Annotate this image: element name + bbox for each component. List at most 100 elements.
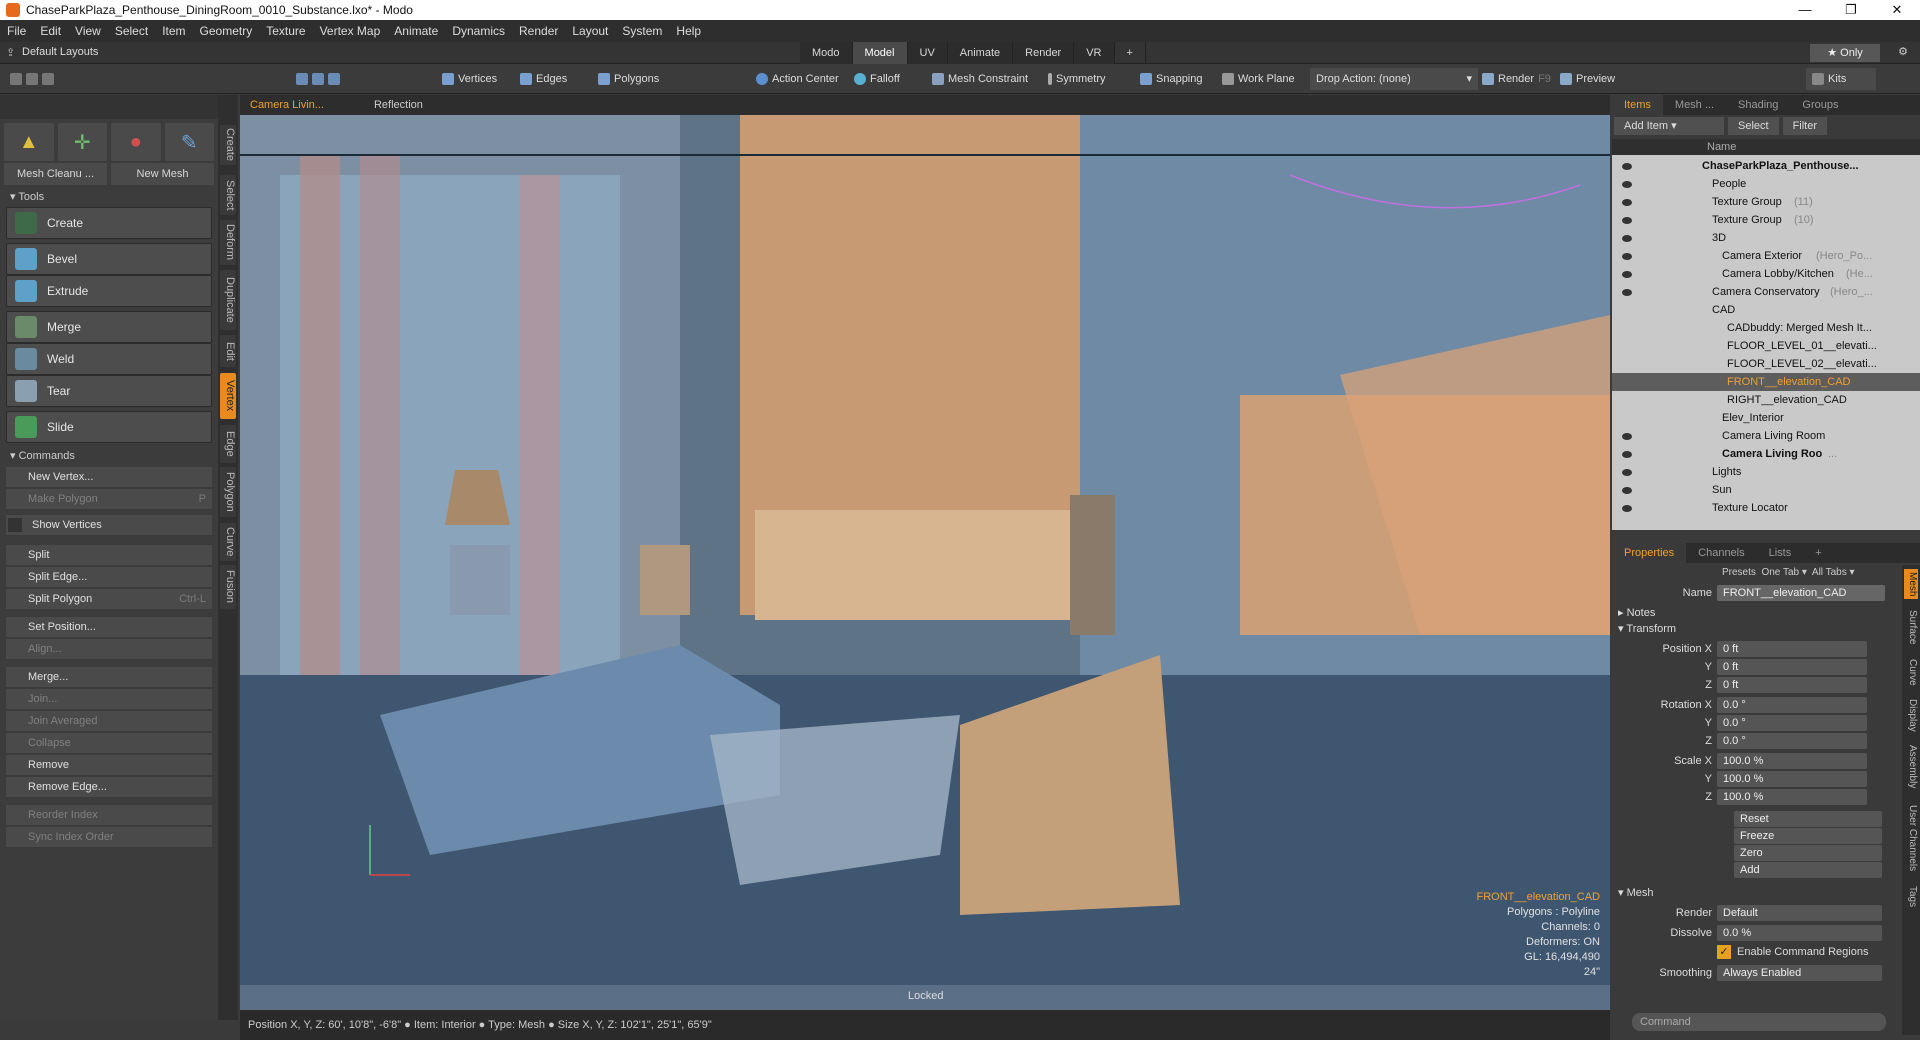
3d-viewport[interactable]: Camera Livin... Reflection FRONT__elevat…	[240, 95, 1610, 1010]
vtab-curve[interactable]: Curve	[220, 523, 236, 561]
render-button[interactable]: Render F9	[1476, 68, 1557, 90]
menu-texture[interactable]: Texture	[259, 24, 312, 38]
split-polygon-button[interactable]: Split Polygon Ctrl-L	[6, 589, 212, 610]
scene-render[interactable]	[240, 115, 1610, 985]
tree-row[interactable]: RIGHT__elevation_CAD	[1612, 391, 1920, 409]
visibility-eye-icon[interactable]	[1622, 487, 1632, 494]
tree-row[interactable]: People	[1612, 175, 1920, 193]
tab-mesh[interactable]: Mesh ...	[1663, 95, 1726, 115]
preview-button[interactable]: Preview	[1554, 68, 1621, 90]
tree-row[interactable]: Camera Exterior (Hero_Po...	[1612, 247, 1920, 265]
tree-row[interactable]: Camera Conservatory (Hero_...	[1612, 283, 1920, 301]
tab-shading[interactable]: Shading	[1726, 95, 1790, 115]
slide-button[interactable]: Slide	[6, 411, 212, 443]
tree-row[interactable]: Camera Lobby/Kitchen (He...	[1612, 265, 1920, 283]
menu-select[interactable]: Select	[108, 24, 155, 38]
zero-dropdown[interactable]: Zero	[1734, 845, 1882, 861]
rotation-x-field[interactable]: 0.0 °	[1717, 697, 1867, 713]
reset-dropdown[interactable]: Reset	[1734, 811, 1882, 827]
menu-system[interactable]: System	[615, 24, 669, 38]
visibility-eye-icon[interactable]	[1622, 235, 1632, 242]
enable-command-regions[interactable]: ✓ Enable Command Regions	[1717, 945, 1868, 959]
scale-x-field[interactable]: 100.0 %	[1717, 753, 1867, 769]
kits-button[interactable]: Kits	[1806, 68, 1876, 90]
action-center-button[interactable]: Action Center	[750, 68, 845, 90]
command-input[interactable]: Command	[1632, 1013, 1886, 1031]
toolbar-left-icons[interactable]	[4, 68, 60, 90]
tools-header[interactable]: ▾ Tools	[4, 189, 214, 205]
snapping-button[interactable]: Snapping	[1134, 68, 1209, 90]
camera-selector[interactable]: Camera Livin...	[240, 99, 334, 111]
notes-section[interactable]: ▸ Notes	[1618, 605, 1868, 621]
menu-dynamics[interactable]: Dynamics	[445, 24, 512, 38]
tree-row[interactable]: FLOOR_LEVEL_01__elevati...	[1612, 337, 1920, 355]
vtab-vertex[interactable]: Vertex	[220, 373, 236, 419]
visibility-eye-icon[interactable]	[1622, 163, 1632, 170]
side-tab-mesh[interactable]: Mesh	[1904, 569, 1918, 599]
transform-primitive-icon[interactable]: ✛	[57, 123, 107, 161]
mesh-constraint-button[interactable]: Mesh Constraint	[926, 68, 1034, 90]
split-button[interactable]: Split	[6, 545, 212, 566]
add-dropdown[interactable]: Add	[1734, 862, 1882, 878]
tree-row[interactable]: Elev_Interior	[1612, 409, 1920, 427]
position-x-field[interactable]: 0 ft	[1717, 641, 1867, 657]
transform-section[interactable]: ▾ Transform	[1618, 621, 1868, 637]
menu-layout[interactable]: Layout	[565, 24, 615, 38]
polygons-mode-button[interactable]: Polygons	[592, 68, 665, 90]
position-y-field[interactable]: 0 ft	[1717, 659, 1867, 675]
tree-row[interactable]: Camera Living Roo...	[1612, 445, 1920, 463]
only-button[interactable]: ★ Only	[1810, 44, 1880, 62]
tree-row[interactable]: Sun	[1612, 481, 1920, 499]
tree-row[interactable]: Camera Living Room	[1612, 427, 1920, 445]
rotation-y-field[interactable]: 0.0 °	[1717, 715, 1867, 731]
maximize-button[interactable]: ❐	[1828, 0, 1874, 20]
pen-primitive-icon[interactable]: ✎	[164, 123, 214, 161]
presets-label[interactable]: Presets	[1722, 567, 1756, 578]
menu-animate[interactable]: Animate	[387, 24, 445, 38]
tab-items[interactable]: Items	[1612, 95, 1663, 115]
menu-file[interactable]: File	[0, 24, 33, 38]
side-tab-surface[interactable]: Surface	[1904, 605, 1918, 649]
name-field[interactable]: FRONT__elevation_CAD	[1717, 585, 1885, 601]
vtab-deform[interactable]: Deform	[220, 220, 236, 265]
gear-icon[interactable]: ⚙	[1898, 45, 1908, 58]
side-tab-curve[interactable]: Curve	[1904, 655, 1918, 689]
edges-mode-button[interactable]: Edges	[514, 68, 573, 90]
tear-button[interactable]: Tear	[6, 375, 212, 407]
extrude-button[interactable]: Extrude	[6, 275, 212, 307]
remove-edge-button[interactable]: Remove Edge...	[6, 777, 212, 798]
sphere-primitive-icon[interactable]: ●	[111, 123, 161, 161]
new-vertex-button[interactable]: New Vertex...	[6, 467, 212, 488]
tab-model[interactable]: Model	[852, 42, 908, 64]
visibility-eye-icon[interactable]	[1622, 181, 1632, 188]
tab-modo[interactable]: Modo	[800, 42, 853, 64]
menu-geometry[interactable]: Geometry	[193, 24, 260, 38]
merge-button[interactable]: Merge	[6, 311, 212, 343]
vertices-mode-button[interactable]: Vertices	[436, 68, 503, 90]
layout-icon[interactable]: ⇪	[6, 46, 15, 59]
rotation-z-field[interactable]: 0.0 °	[1717, 733, 1867, 749]
position-z-field[interactable]: 0 ft	[1717, 677, 1867, 693]
side-tab-assembly[interactable]: Assembly	[1904, 741, 1918, 793]
tab-vr[interactable]: VR	[1074, 42, 1115, 64]
visibility-eye-icon[interactable]	[1622, 289, 1632, 296]
freeze-dropdown[interactable]: Freeze	[1734, 828, 1882, 844]
one-tab-select[interactable]: One Tab	[1761, 567, 1799, 578]
menu-item[interactable]: Item	[155, 24, 192, 38]
side-tab-tags[interactable]: Tags	[1904, 883, 1918, 911]
show-vertices-checkbox[interactable]	[8, 518, 22, 532]
tree-row[interactable]: CAD	[1612, 301, 1920, 319]
add-item-button[interactable]: Add Item ▾	[1614, 117, 1724, 135]
visibility-eye-icon[interactable]	[1622, 505, 1632, 512]
menu-edit[interactable]: Edit	[33, 24, 68, 38]
tree-row[interactable]: 3D	[1612, 229, 1920, 247]
vtab-polygon[interactable]: Polygon	[220, 467, 236, 517]
show-vertices-toggle[interactable]: Show Vertices	[6, 515, 212, 536]
filter-button[interactable]: Filter	[1782, 117, 1828, 135]
menu-help[interactable]: Help	[669, 24, 708, 38]
tree-row[interactable]: CADbuddy: Merged Mesh It...	[1612, 319, 1920, 337]
tab-render[interactable]: Render	[1013, 42, 1075, 64]
scale-z-field[interactable]: 100.0 %	[1717, 789, 1867, 805]
tab-animate[interactable]: Animate	[947, 42, 1014, 64]
add-tab-button[interactable]: +	[1115, 42, 1146, 64]
